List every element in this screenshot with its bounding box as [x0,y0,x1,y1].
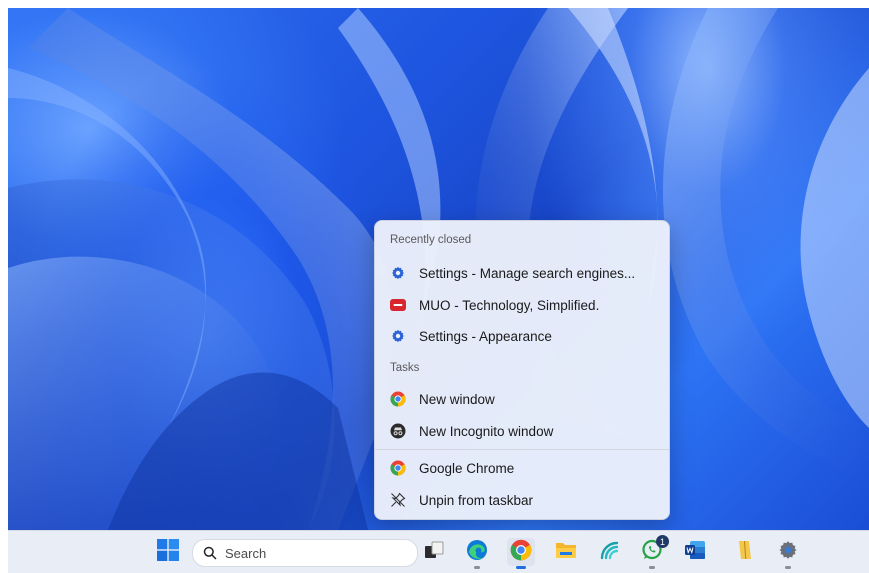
search-icon [203,546,217,560]
menu-divider [375,449,669,450]
recent-item-label: Settings - Manage search engines... [419,265,636,281]
chrome-icon [390,460,406,476]
windows-start-icon [157,538,179,566]
recent-item-muo[interactable]: MUO - Technology, Simplified. [379,290,665,320]
app-item-label: Google Chrome [419,460,515,476]
edge-button[interactable] [463,538,491,569]
word-button[interactable] [681,538,709,566]
file-explorer-button[interactable] [552,538,580,566]
incognito-icon [390,423,406,439]
network-app-button[interactable] [595,538,623,566]
edge-icon [466,539,488,566]
tasks-header: Tasks [390,362,420,374]
chrome-icon [390,391,406,407]
word-icon [684,540,706,565]
settings-gear-icon [390,265,406,281]
task-view-button[interactable] [420,538,448,566]
task-new-incognito-window[interactable]: New Incognito window [379,416,665,446]
recent-item-manage-search-engines[interactable]: Settings - Manage search engines... [379,258,665,288]
taskbar-search-box[interactable] [192,539,418,567]
settings-icon [778,540,798,565]
running-indicator [474,566,480,569]
winzip-button[interactable] [731,538,759,566]
winzip-icon [737,539,753,566]
task-item-label: New Incognito window [419,423,554,439]
whatsapp-button[interactable]: 1 [638,535,669,569]
chrome-jump-list-menu: Recently closed Settings - Manage search… [374,220,670,520]
recent-item-label: MUO - Technology, Simplified. [419,297,600,313]
app-google-chrome[interactable]: Google Chrome [379,453,665,483]
recently-closed-header: Recently closed [390,234,472,246]
running-indicator [785,566,791,569]
chrome-icon [510,539,532,566]
task-view-icon [424,541,444,564]
network-app-icon [598,539,620,566]
taskbar: 1 [8,530,869,573]
chrome-button[interactable] [507,538,535,569]
muo-favicon-icon [390,297,406,313]
notification-badge: 1 [656,535,669,548]
task-item-label: New window [419,391,495,407]
unpin-from-taskbar[interactable]: Unpin from taskbar [379,485,665,515]
task-new-window[interactable]: New window [379,384,665,414]
running-indicator [649,566,655,569]
recent-item-settings-appearance[interactable]: Settings - Appearance [379,321,665,351]
start-button[interactable] [154,538,182,566]
settings-button[interactable] [774,538,802,569]
app-item-label: Unpin from taskbar [419,492,534,508]
unpin-icon [390,492,406,508]
settings-gear-icon [390,328,406,344]
file-explorer-icon [555,540,577,565]
search-input[interactable] [225,545,395,561]
recent-item-label: Settings - Appearance [419,328,552,344]
active-indicator [516,566,526,569]
